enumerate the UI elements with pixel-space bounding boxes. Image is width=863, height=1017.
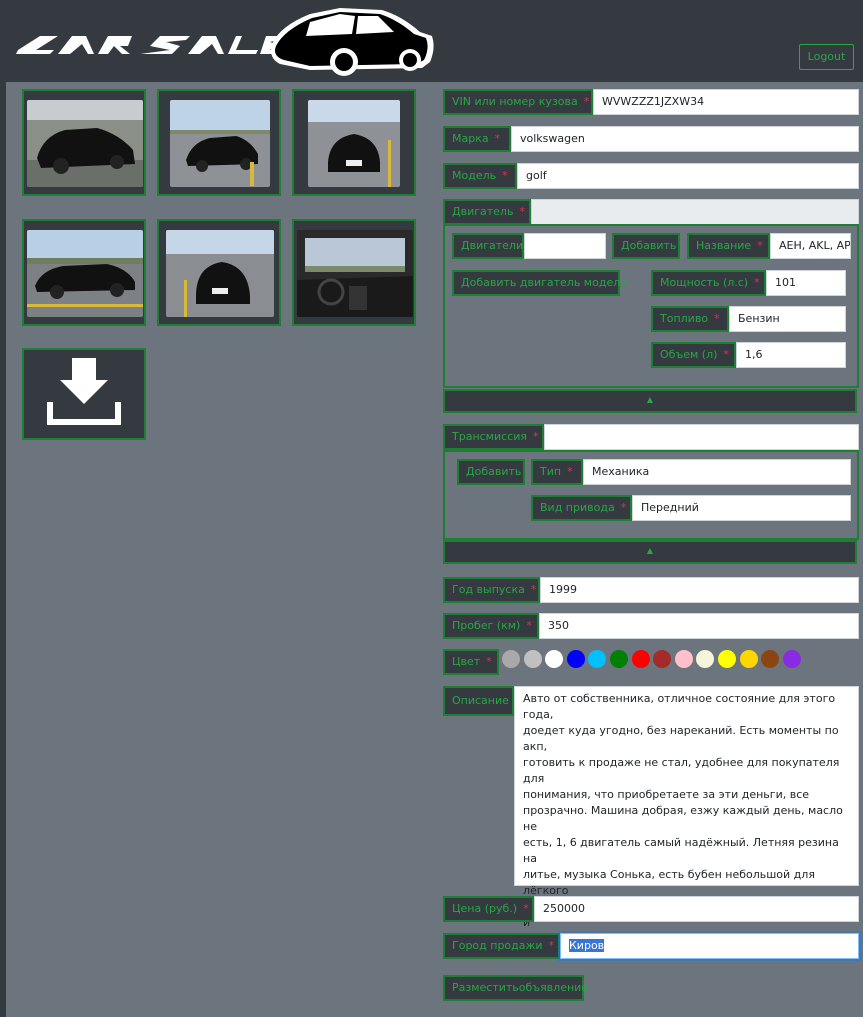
logout-button[interactable]: Logout bbox=[799, 44, 854, 70]
drive-label: Вид привода * bbox=[531, 495, 632, 521]
car-photo-thumbnail[interactable] bbox=[22, 89, 146, 196]
engine-collapse-button[interactable]: ▲ bbox=[443, 389, 857, 413]
fuel-input[interactable]: Бензин bbox=[729, 306, 846, 332]
color-swatch[interactable] bbox=[739, 650, 758, 668]
price-label: Цена (руб.) * bbox=[443, 896, 534, 922]
model-label: Модель * bbox=[443, 163, 517, 189]
engine-name-input[interactable]: AEH, AKL, AP bbox=[770, 233, 851, 259]
vin-label: VIN или номер кузова * bbox=[443, 89, 593, 115]
add-engine-button[interactable]: Добавить bbox=[612, 233, 680, 259]
transmission-type-label: Тип * bbox=[531, 459, 583, 485]
power-label: Мощность (л.с) * bbox=[651, 270, 766, 296]
fuel-label: Топливо * bbox=[651, 306, 729, 332]
brand-label: Марка * bbox=[443, 126, 511, 152]
submit-listing-button[interactable]: Разместитьобъявление bbox=[443, 975, 588, 1001]
transmission-type-input[interactable]: Механика bbox=[583, 459, 851, 485]
car-photo-thumbnail[interactable] bbox=[292, 89, 416, 196]
volume-label: Объем (л) * bbox=[651, 342, 736, 368]
engine-input[interactable] bbox=[531, 199, 859, 225]
model-input[interactable]: golf bbox=[517, 163, 859, 189]
engines-select[interactable] bbox=[524, 233, 606, 259]
car-photo-thumbnail[interactable] bbox=[292, 219, 416, 326]
color-swatch[interactable] bbox=[653, 650, 672, 668]
engines-label: Двигатели bbox=[452, 233, 524, 259]
city-input[interactable]: Киров bbox=[560, 933, 859, 959]
car-photo-thumbnail[interactable] bbox=[22, 219, 146, 326]
brand-input[interactable]: volkswagen bbox=[511, 126, 859, 152]
description-textarea[interactable]: Авто от собственника, отличное состояние… bbox=[514, 686, 859, 945]
download-tile[interactable] bbox=[22, 348, 146, 440]
transmission-label: Трансмиссия * bbox=[443, 424, 544, 450]
car-photo-thumbnail[interactable] bbox=[157, 219, 281, 326]
color-swatch[interactable] bbox=[631, 650, 650, 668]
mileage-input[interactable]: 350 bbox=[539, 613, 859, 639]
left-edge-bar bbox=[0, 0, 6, 1017]
city-selected-text: Киров bbox=[569, 939, 605, 952]
color-swatch[interactable] bbox=[761, 650, 780, 668]
color-swatch[interactable] bbox=[782, 650, 801, 668]
color-swatch[interactable] bbox=[674, 650, 693, 668]
vin-input[interactable]: WVWZZZ1JZXW34 bbox=[593, 89, 859, 115]
car-photo-thumbnail[interactable] bbox=[157, 89, 281, 196]
carsale-logo[interactable] bbox=[10, 4, 435, 80]
city-label: Город продажи * bbox=[443, 933, 560, 959]
transmission-input[interactable] bbox=[544, 424, 859, 450]
drive-input[interactable]: Передний bbox=[632, 495, 851, 521]
color-swatch[interactable] bbox=[588, 650, 607, 668]
mileage-label: Пробег (км) * bbox=[443, 613, 539, 639]
color-swatch[interactable] bbox=[502, 650, 520, 668]
color-swatch[interactable] bbox=[696, 650, 715, 668]
engine-label: Двигатель * bbox=[443, 199, 531, 225]
description-label: Описание bbox=[443, 686, 514, 716]
color-swatch[interactable] bbox=[566, 650, 585, 668]
volume-input[interactable]: 1,6 bbox=[736, 342, 846, 368]
download-icon bbox=[47, 358, 121, 425]
color-label: Цвет * bbox=[443, 649, 499, 675]
color-swatch[interactable] bbox=[523, 650, 542, 668]
color-swatch[interactable] bbox=[610, 650, 628, 668]
add-model-engine-button[interactable]: Добавить двигатель модели bbox=[452, 270, 627, 296]
engine-name-label: Название * bbox=[687, 233, 770, 259]
price-input[interactable]: 250000 bbox=[534, 896, 859, 922]
add-transmission-button[interactable]: Добавить bbox=[457, 459, 525, 485]
color-swatch[interactable] bbox=[718, 650, 736, 668]
year-label: Год выпуска * bbox=[443, 577, 540, 603]
transmission-collapse-button[interactable]: ▲ bbox=[443, 540, 857, 564]
color-swatch[interactable] bbox=[545, 650, 564, 668]
year-input[interactable]: 1999 bbox=[540, 577, 859, 603]
power-input[interactable]: 101 bbox=[766, 270, 846, 296]
